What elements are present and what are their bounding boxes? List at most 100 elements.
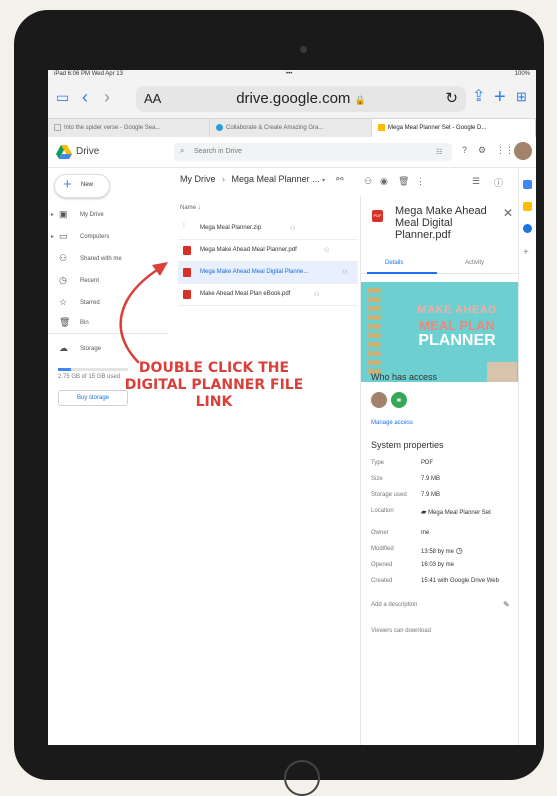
search-box[interactable]: ⌕ Search in Drive ☷ (174, 143, 452, 161)
prop-value[interactable]: ▰ Mega Meal Planner Set (421, 508, 491, 516)
back-icon[interactable]: ‹ (82, 86, 88, 108)
file-row[interactable]: ⫶ Mega Meal Planner.zip ⚇ (178, 218, 358, 240)
side-apps-rail: + (518, 168, 536, 745)
breadcrumb: My Drive › Mega Meal Planner ... ▾ (180, 174, 326, 184)
plus-icon: + (63, 176, 72, 193)
sidebar-toggle-icon[interactable]: ▭ (56, 86, 69, 108)
status-center: ••• (286, 71, 293, 77)
computers-icon: ▭ (59, 231, 68, 241)
canva-icon (216, 123, 223, 131)
active-tab-indicator (367, 272, 437, 274)
new-button[interactable]: + New (54, 174, 110, 198)
sidebar-item-computers[interactable]: ▸ ▭ Computers (48, 230, 168, 244)
preview-icon[interactable]: ◉ (380, 176, 388, 187)
tab-bar: Into the spider verse - Google Sea... Co… (48, 118, 536, 138)
info-icon[interactable]: ⓘ (494, 176, 503, 189)
file-row-digital-planner[interactable]: Mega Make Ahead Meal Digital Planne... ⚇ (178, 262, 358, 284)
prop-key: Location (371, 508, 394, 514)
add-addon-icon[interactable]: + (523, 248, 532, 258)
list-view-icon[interactable]: ☰ (472, 176, 480, 187)
trash-icon[interactable]: 🗑 (398, 176, 409, 187)
details-panel: PDF Mega Make Ahead Meal Digital Planner… (360, 196, 519, 745)
share-icon[interactable]: ⇪ (472, 86, 485, 108)
storage-fill (58, 368, 71, 371)
tab-activity[interactable]: Activity (465, 260, 484, 266)
chevron-down-icon[interactable]: ▾ (322, 178, 325, 184)
sidebar-item-bin[interactable]: 🗑 Bin (48, 316, 168, 330)
preview-line-2: MEAL PLAN (419, 318, 495, 333)
expand-icon[interactable]: ▸ (51, 211, 54, 218)
sidebar-item-my-drive[interactable]: ▸ ▣ My Drive (48, 208, 168, 222)
calendar-icon[interactable] (523, 180, 532, 189)
new-tab-icon[interactable]: + (494, 86, 506, 108)
help-icon[interactable]: ? (462, 145, 467, 155)
sidebar-item-recent[interactable]: ◷ Recent (48, 274, 168, 288)
instruction-annotation: DOUBLE CLICK THE DIGITAL PLANNER FILE LI… (124, 360, 304, 410)
status-bar: iPad 6:06 PM Wed Apr 13 ••• 100% (48, 70, 536, 80)
more-icon[interactable]: ⋮ (416, 176, 425, 187)
shared-icon: ⚇ (342, 270, 348, 276)
shared-icon: ⚇ (324, 248, 330, 254)
prop-key: Opened (371, 562, 393, 568)
folder-icon: ▰ (421, 509, 427, 516)
close-icon[interactable]: ✕ (503, 206, 513, 220)
prop-key: Owner (371, 530, 389, 536)
address-bar[interactable]: AA drive.google.com 🔒 ↻ (136, 86, 466, 112)
file-list-panel: My Drive › Mega Meal Planner ... ▾ ⚯ Nam… (168, 168, 360, 745)
divider (48, 333, 168, 334)
drive-header: Drive ⌕ Search in Drive ☷ ? ⚙ ⋮⋮ (48, 137, 536, 168)
prop-key: Type (371, 460, 385, 466)
trash-icon: 🗑 (59, 317, 71, 327)
add-description-field[interactable]: Add a description (371, 602, 417, 608)
star-icon: ☆ (59, 297, 68, 307)
tab-details[interactable]: Details (385, 260, 403, 266)
manage-access-link[interactable]: Manage access (371, 420, 413, 426)
reload-icon[interactable]: ↻ (445, 89, 458, 107)
pdf-icon (183, 290, 191, 299)
forward-icon[interactable]: › (104, 86, 110, 108)
file-row[interactable]: Make Ahead Meal Plan eBook.pdf ⚇ (178, 284, 358, 306)
tab-overview-icon[interactable]: ⊞ (516, 86, 527, 108)
keep-icon[interactable] (523, 202, 532, 211)
avatar[interactable] (514, 142, 532, 160)
prop-value: 15:41 with Google Drive Web (421, 578, 499, 584)
preview-card (487, 362, 517, 382)
search-input[interactable]: Search in Drive (194, 148, 242, 155)
sidebar-item-starred[interactable]: ☆ Starred (48, 296, 168, 310)
prop-key: Size (371, 476, 383, 482)
pencil-icon[interactable]: ✎ (503, 600, 510, 609)
sidebar-item-shared[interactable]: ⚇ Shared with me (48, 252, 168, 266)
link-sharing-icon[interactable]: ⚭ (391, 392, 407, 408)
camera (300, 46, 307, 53)
shared-icon: ⚇ (314, 292, 320, 298)
prop-value: 13:58 by me ◷ (421, 546, 463, 555)
home-button[interactable] (284, 760, 320, 796)
pdf-icon: PDF (372, 210, 383, 222)
add-people-icon[interactable]: ⚇ (364, 176, 372, 187)
tasks-icon[interactable] (523, 224, 532, 233)
sidebar: + New ▸ ▣ My Drive ▸ ▭ Computers ⚇ Share… (48, 168, 168, 745)
file-row[interactable]: Mega Make Ahead Meal Planner.pdf ⚇ (178, 240, 358, 262)
sidebar-item-storage[interactable]: ☁ Storage (48, 342, 168, 356)
breadcrumb-my-drive[interactable]: My Drive (180, 174, 216, 184)
apps-icon[interactable]: ⋮⋮ (496, 145, 514, 156)
tab-canva[interactable]: Collaborate & Create Amazing Gra... (210, 119, 372, 137)
prop-value: PDF (421, 460, 433, 466)
prop-value: 16:03 by me (421, 562, 455, 568)
prop-key: Modified (371, 546, 394, 552)
name-column-header[interactable]: Name ↓ (180, 205, 201, 211)
google-drive-logo (56, 145, 72, 159)
breadcrumb-folder[interactable]: Mega Meal Planner ... (232, 174, 320, 184)
pdf-icon (183, 246, 191, 255)
lock-icon: 🔒 (354, 95, 366, 105)
my-drive-icon: ▣ (59, 209, 68, 219)
owner-avatar (371, 392, 387, 408)
tab-spider-verse[interactable]: Into the spider verse - Google Sea... (48, 119, 210, 137)
expand-icon[interactable]: ▸ (51, 233, 54, 240)
link-icon[interactable]: ⚯ (336, 174, 344, 185)
file-preview-thumbnail[interactable]: MAKE AHEAD MEAL PLAN PLANNER (361, 282, 519, 382)
prop-value: 7.9 MB (421, 476, 441, 482)
settings-icon[interactable]: ⚙ (478, 145, 486, 156)
filter-icon[interactable]: ☷ (436, 148, 442, 156)
tab-google-drive[interactable]: Mega Meal Planner Set - Google D... (372, 119, 536, 137)
